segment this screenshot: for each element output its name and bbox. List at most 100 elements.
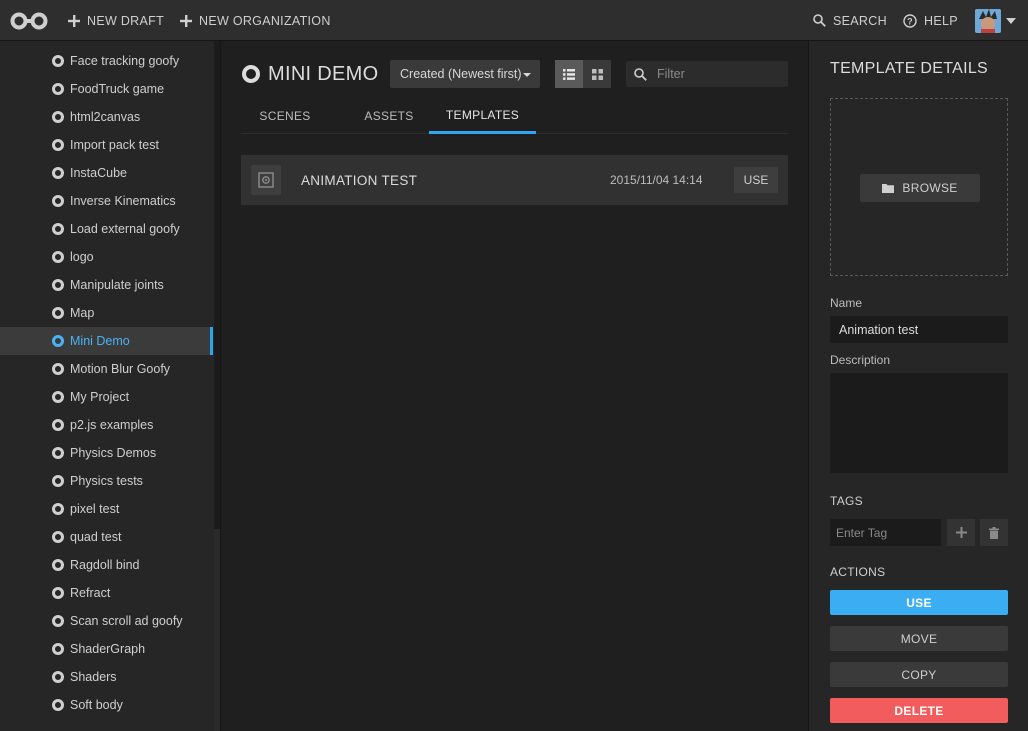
list-view-button[interactable] [555,60,583,88]
project-ring-icon [52,559,64,571]
project-ring-icon [52,167,64,179]
project-ring-icon [52,391,64,403]
help-icon: ? [903,13,917,28]
sidebar-item[interactable]: pixel test [0,495,213,523]
plus-icon [180,14,192,27]
browse-label: BROWSE [902,181,958,195]
help-button[interactable]: ? HELP [903,0,958,41]
tag-input[interactable] [830,519,941,546]
project-ring-icon [52,531,64,543]
grid-view-button[interactable] [583,60,611,88]
sidebar-item-label: My Project [70,390,130,404]
sidebar-item[interactable]: Physics Demos [0,439,213,467]
sidebar-item[interactable]: Inverse Kinematics [0,187,213,215]
description-label: Description [830,353,891,367]
help-label: HELP [924,13,958,28]
sidebar-item-label: Map [70,306,95,320]
sidebar-item[interactable]: Shaders [0,663,213,691]
content-tabs: SCENES ASSETS TEMPLATES [241,98,788,134]
sidebar-item[interactable]: Ragdoll bind [0,551,213,579]
project-ring-icon [52,251,64,263]
add-tag-button[interactable] [947,519,975,546]
template-details-panel: TEMPLATE DETAILS BROWSE Name Description… [808,41,1028,731]
project-ring-icon [52,363,64,375]
project-ring-icon [52,139,64,151]
project-ring-icon [52,503,64,515]
sidebar-item[interactable]: Soft body [0,691,213,719]
project-ring-icon [52,223,64,235]
search-icon [813,14,826,27]
browse-button[interactable]: BROWSE [860,174,980,202]
name-label: Name [830,296,863,310]
thumbnail-dropzone[interactable]: BROWSE [830,98,1008,276]
account-dropdown-icon[interactable] [1006,18,1016,24]
avatar[interactable] [975,9,1001,33]
sidebar-item[interactable]: ShaderGraph [0,635,213,663]
sidebar-item[interactable]: Manipulate joints [0,271,213,299]
sidebar-item[interactable]: Face tracking goofy [0,47,213,75]
sidebar-item-label: p2.js examples [70,418,154,432]
description-field[interactable] [830,373,1008,473]
project-ring-icon [52,55,64,67]
search-button[interactable]: SEARCH [813,0,887,41]
sidebar-item-label: quad test [70,530,122,544]
sidebar-item-label: Shaders [70,670,117,684]
sidebar-item[interactable]: html2canvas [0,103,213,131]
use-button[interactable]: USE [830,590,1008,615]
folder-icon [882,183,895,193]
delete-button[interactable]: DELETE [830,698,1008,723]
sort-select[interactable]: Created (Newest first) [390,60,540,88]
sidebar-item[interactable]: Import pack test [0,131,213,159]
template-row[interactable]: ANIMATION TEST 2015/11/04 14:14 USE [241,155,788,205]
sidebar-item-label: pixel test [70,502,120,516]
sidebar-scroll-thumb[interactable] [214,529,220,731]
project-sidebar: Face tracking goofy FoodTruck game html2ca… [0,41,221,731]
project-ring-icon [242,65,260,83]
sidebar-item[interactable]: Scan scroll ad goofy [0,607,213,635]
project-title-text: MINI DEMO [268,62,379,85]
sidebar-item[interactable]: Map [0,299,213,327]
sidebar-item[interactable]: Physics tests [0,467,213,495]
new-organization-button[interactable]: NEW ORGANIZATION [180,0,331,41]
sidebar-item-label: Soft body [70,698,123,712]
plus-icon [68,14,80,27]
delete-tag-button[interactable] [980,519,1008,546]
sidebar-item[interactable]: Refract [0,579,213,607]
grid-icon [591,68,603,80]
template-use-button[interactable]: USE [734,167,778,193]
goo-logo-icon[interactable] [10,12,48,30]
move-button[interactable]: MOVE [830,626,1008,651]
details-title: TEMPLATE DETAILS [830,60,989,77]
sidebar-item[interactable]: My Project [0,383,213,411]
sidebar-item[interactable]: quad test [0,523,213,551]
sidebar-item[interactable]: Load external goofy [0,215,213,243]
template-icon [251,165,281,195]
sidebar-item-label: ShaderGraph [70,642,146,656]
project-ring-icon [52,83,64,95]
new-organization-label: NEW ORGANIZATION [199,13,331,28]
plus-icon [955,527,967,538]
search-icon [634,67,647,81]
sidebar-item[interactable]: InstaCube [0,159,213,187]
tab-scenes[interactable]: SCENES [241,98,329,134]
sidebar-item[interactable]: logo [0,243,213,271]
sidebar-item[interactable]: Mini Demo [0,327,213,355]
sidebar-item-label: html2canvas [70,110,141,124]
project-ring-icon [52,335,64,347]
sidebar-item[interactable]: FoodTruck game [0,75,213,103]
sidebar-item[interactable]: p2.js examples [0,411,213,439]
sidebar-item[interactable]: Motion Blur Goofy [0,355,213,383]
sort-value: Created (Newest first) [400,67,522,81]
project-ring-icon [52,699,64,711]
copy-button[interactable]: COPY [830,662,1008,687]
sidebar-item-label: Load external goofy [70,222,180,236]
sidebar-item-label: Motion Blur Goofy [70,362,171,376]
tab-templates[interactable]: TEMPLATES [429,98,536,134]
name-field[interactable] [830,316,1008,343]
new-draft-button[interactable]: NEW DRAFT [68,0,164,41]
project-ring-icon [52,587,64,599]
filter-input[interactable] [657,67,777,81]
sidebar-item-label: Ragdoll bind [70,558,140,572]
tab-assets[interactable]: ASSETS [349,98,429,134]
sidebar-item-label: Inverse Kinematics [70,194,176,208]
